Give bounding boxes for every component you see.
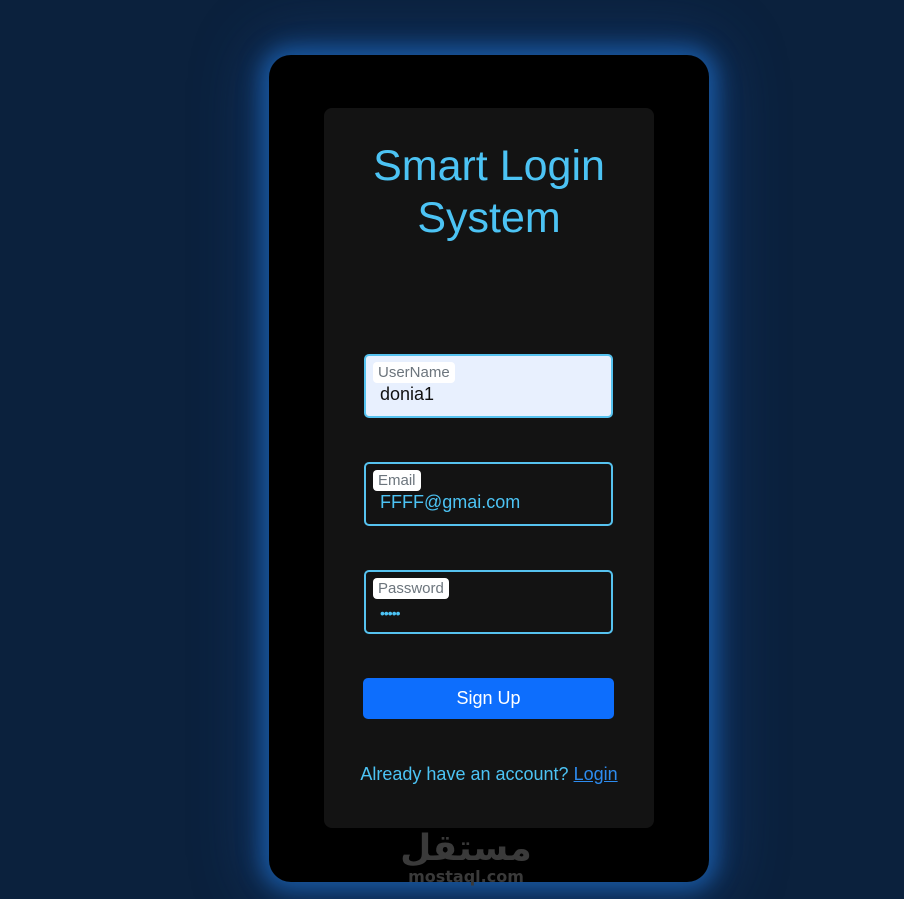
watermark-arabic: مستقل — [400, 828, 532, 869]
username-label: UserName — [373, 362, 455, 383]
password-field[interactable]: Password ••••• — [364, 570, 613, 634]
login-prompt: Already have an account? Login — [324, 764, 654, 785]
mostaql-watermark-logo: مستقل mostaql.com — [396, 830, 536, 886]
watermark-latin: mostaql.com — [408, 867, 524, 886]
email-field[interactable]: Email FFFF@gmai.com — [364, 462, 613, 526]
password-value[interactable]: ••••• — [380, 602, 400, 624]
login-link[interactable]: Login — [574, 764, 618, 784]
sign-up-button[interactable]: Sign Up — [363, 678, 614, 719]
username-field[interactable]: UserName donia1 — [364, 354, 613, 418]
page-title: Smart Login System — [373, 142, 605, 242]
username-value[interactable]: donia1 — [380, 383, 434, 405]
signup-form-card: Smart Login System UserName donia1 Email… — [324, 108, 654, 828]
email-label: Email — [373, 470, 421, 491]
outer-card: Smart Login System UserName donia1 Email… — [269, 55, 709, 886]
email-value[interactable]: FFFF@gmai.com — [380, 491, 520, 513]
login-prompt-text: Already have an account? — [360, 764, 569, 784]
page: Smart Login System UserName donia1 Email… — [0, 0, 904, 899]
password-label: Password — [373, 578, 449, 599]
